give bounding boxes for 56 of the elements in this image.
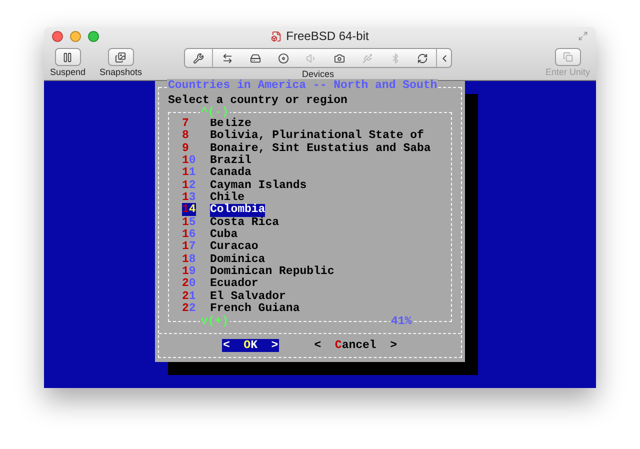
list-item[interactable]: Brazil (210, 154, 252, 168)
sync-icon (417, 52, 428, 64)
list-item[interactable]: Colombia (210, 204, 266, 217)
windows-icon (562, 52, 573, 62)
list-item[interactable]: Ecuador (210, 278, 258, 291)
bluetooth-icon (390, 52, 401, 64)
list-item[interactable]: Bolivia, Plurinational State of (210, 130, 424, 143)
toolbar-label: Snapshots (100, 67, 142, 77)
toolbar-label: Suspend (50, 67, 86, 77)
item-tag: 20 (182, 277, 196, 290)
list-item[interactable]: Cayman Islands (210, 180, 307, 192)
list-item[interactable]: Bonaire, Sint Eustatius and Saba (210, 142, 431, 155)
close-button[interactable] (52, 30, 63, 42)
toolbar-label: Devices (302, 69, 334, 79)
list-item[interactable]: Chile (210, 192, 245, 204)
item-tag: 11 (182, 166, 196, 180)
snapshots-button[interactable] (108, 48, 134, 66)
wrench-icon (193, 52, 204, 64)
item-tag: 19 (182, 264, 196, 278)
item-tag: 18 (182, 252, 196, 266)
item-tag: 15 (182, 216, 196, 229)
scroll-up-indicator: ^(-) (200, 106, 230, 119)
list-item[interactable]: Canada (210, 167, 252, 180)
item-tag: 13 (182, 190, 196, 204)
item-tag: 16 (182, 228, 196, 241)
ok-button[interactable]: < OK > (222, 339, 280, 352)
sound-icon (306, 52, 317, 64)
cancel-button[interactable]: < Cancel > (313, 339, 398, 352)
optical-icon (278, 52, 289, 64)
list-item[interactable]: French Guiana (210, 302, 300, 316)
item-tag: 10 (182, 154, 196, 167)
list-item[interactable]: El Salvador (210, 290, 286, 303)
toolbar-label: Enter Unity (545, 67, 590, 77)
pause-icon (62, 52, 74, 62)
document-icon (271, 30, 282, 42)
dialog-prompt: Select a country or region (168, 94, 348, 107)
camera-icon (334, 52, 345, 64)
scroll-down-indicator: v(+) (200, 315, 230, 328)
item-tag: 22 (182, 302, 196, 315)
item-tag: 9 (182, 142, 189, 155)
list-item[interactable]: Costa Rica (210, 216, 280, 229)
list-item[interactable]: Dominica (210, 254, 266, 266)
suspend-button[interactable] (54, 48, 81, 66)
item-tag: 7 (182, 117, 189, 130)
item-tag: 17 (182, 240, 196, 254)
window-title: FreeBSD 64-bit (286, 29, 369, 43)
item-tag: 14 (182, 203, 196, 216)
item-tag: 21 (182, 290, 196, 303)
list-item[interactable]: Cuba (210, 228, 238, 242)
item-tag: 12 (182, 178, 196, 192)
zoom-button[interactable] (88, 30, 99, 42)
list-item[interactable]: Curacao (210, 241, 258, 254)
snapshot-icon (115, 52, 126, 62)
usb-icon (362, 52, 373, 64)
item-tag: 8 (182, 129, 189, 142)
list-item[interactable]: Dominican Republic (210, 266, 334, 278)
